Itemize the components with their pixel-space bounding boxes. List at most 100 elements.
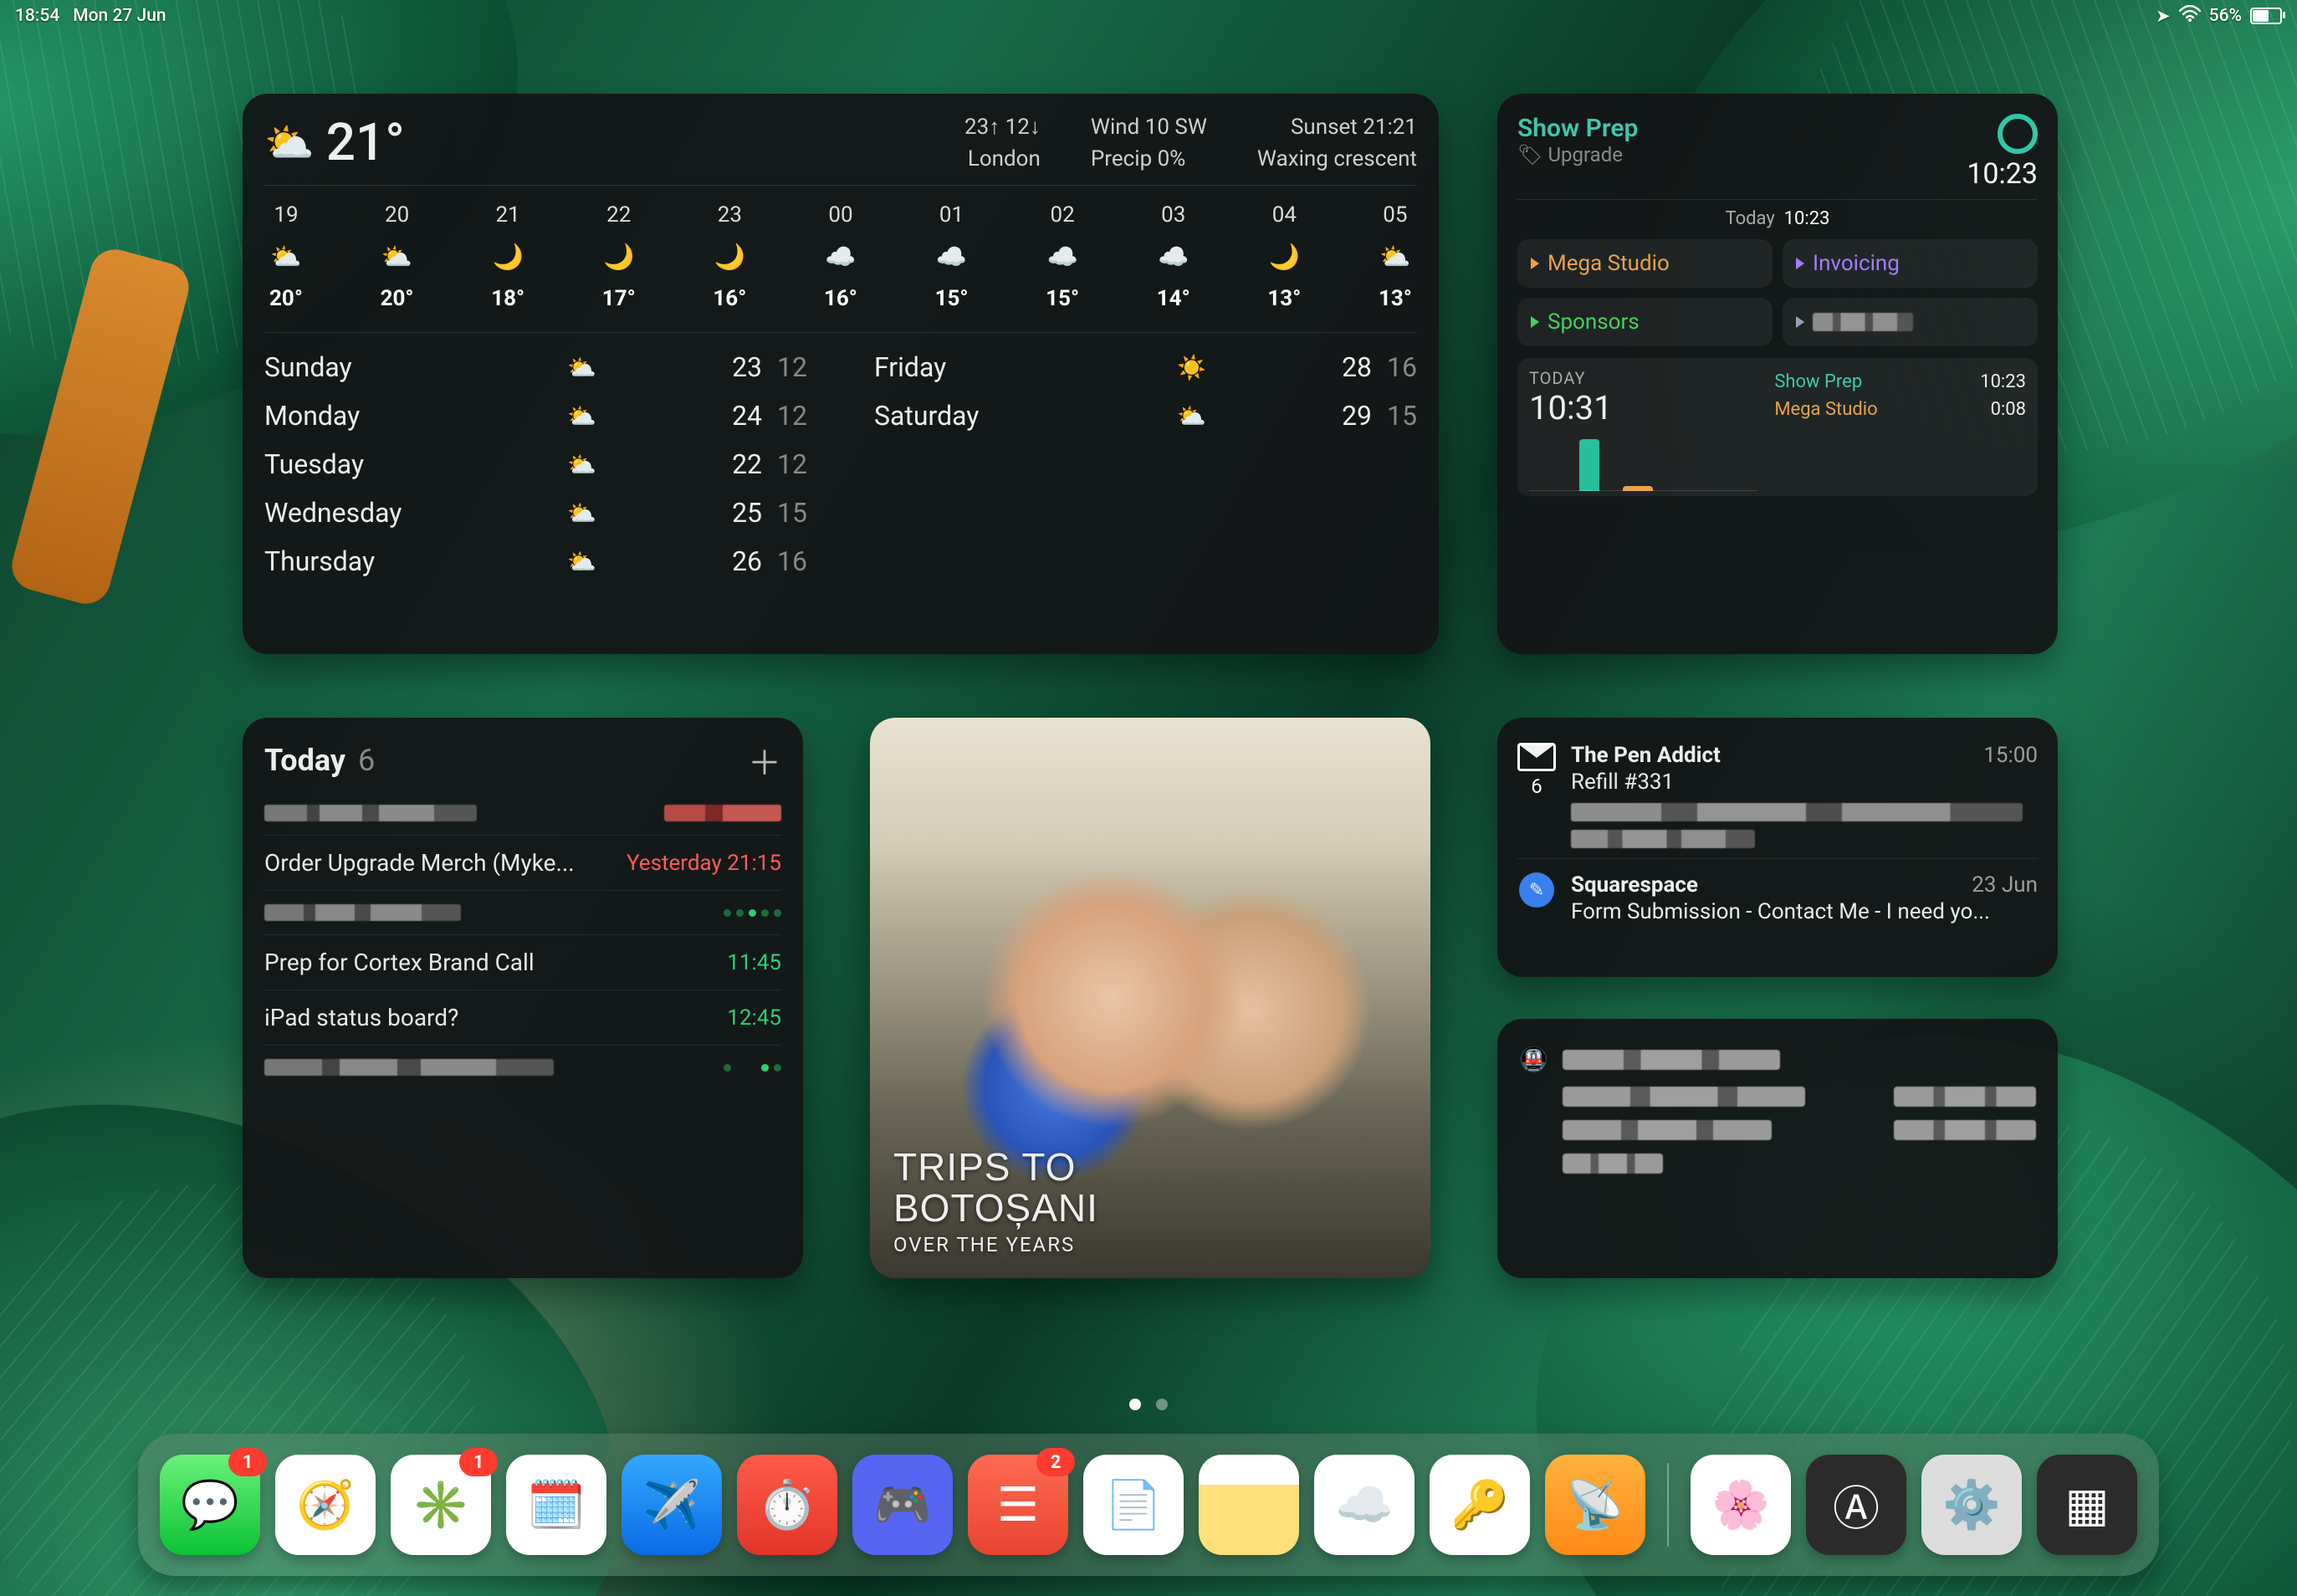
photos-widget[interactable]: TRIPS TOBOTOȘANI OVER THE YEARS xyxy=(870,718,1430,1278)
dock-app-1password[interactable]: 🔑 xyxy=(1430,1455,1530,1555)
fantastical-icon: 🗓️ xyxy=(527,1477,586,1532)
dock-app-settings[interactable]: ⚙️ xyxy=(1921,1455,2022,1555)
dock-app-authy[interactable]: Ⓐ xyxy=(1806,1455,1906,1555)
mail-time: 15:00 xyxy=(1983,743,2038,768)
timery-today-row: Today 10:23 xyxy=(1517,199,2038,233)
page-dots[interactable] xyxy=(1129,1399,1168,1410)
dock-app-discord[interactable]: 🎮 xyxy=(852,1455,953,1555)
weather-precip: Precip 0% xyxy=(1091,144,1207,176)
docs-icon: 📄 xyxy=(1104,1477,1163,1532)
battery-pct: 56% xyxy=(2209,6,2242,26)
dock-app-timery[interactable]: ⏱️ xyxy=(737,1455,837,1555)
timery-bar-chart xyxy=(1529,427,1757,491)
weather-day-row: Friday☀️2816 xyxy=(874,343,1417,391)
dock-app-todoist[interactable]: ☰2 xyxy=(968,1455,1068,1555)
dock-app-fantastical[interactable]: 🗓️ xyxy=(506,1455,606,1555)
transit-line xyxy=(1519,1147,2036,1180)
mail-from: Squarespace xyxy=(1571,872,1698,898)
weather-hilow: 23↑ 12↓ xyxy=(964,112,1041,144)
weather-location: London xyxy=(964,144,1041,176)
weather-hour: 20⛅20° xyxy=(381,199,414,315)
dock-app-notes[interactable] xyxy=(1199,1455,1299,1555)
slack-icon: ✳️ xyxy=(412,1477,470,1532)
reminder-item[interactable] xyxy=(264,791,781,835)
status-date: Mon 27 Jun xyxy=(73,6,166,26)
reminders-count: 6 xyxy=(358,743,375,778)
transit-line xyxy=(1519,1113,2036,1147)
timery-project: 🏷 Upgrade xyxy=(1517,143,1638,166)
reminder-item[interactable] xyxy=(264,890,781,934)
weather-hour: 01☁️15° xyxy=(935,199,969,315)
weather-day-row: Saturday⛅2915 xyxy=(874,391,1417,440)
transit-header: 🚇 xyxy=(1519,1039,2036,1080)
dock-app-app-library[interactable]: ▦ xyxy=(2037,1455,2137,1555)
weather-hour: 22🌙17° xyxy=(602,199,636,315)
timery-tile-invoicing[interactable]: Invoicing xyxy=(1783,239,2038,288)
timery-tile-sponsors[interactable]: Sponsors xyxy=(1517,298,1773,346)
reminder-item[interactable]: Order Upgrade Merch (Myke...Yesterday 21… xyxy=(264,835,781,890)
todoist-icon: ☰ xyxy=(997,1477,1039,1532)
dock-app-spark[interactable]: ✈️ xyxy=(622,1455,722,1555)
reminder-item[interactable]: iPad status board?12:45 xyxy=(264,990,781,1045)
settings-icon: ⚙️ xyxy=(1942,1477,2001,1532)
discord-icon: 🎮 xyxy=(873,1477,932,1532)
mail-widget[interactable]: 6 The Pen Addict15:00 Refill #331 ✎ Squa… xyxy=(1497,718,2058,977)
dock-app-castro[interactable]: ☁️ xyxy=(1314,1455,1415,1555)
weather-hour: 03☁️14° xyxy=(1157,199,1190,315)
messages-icon: 💬 xyxy=(181,1477,239,1532)
mail-subject: Form Submission - Contact Me - I need yo… xyxy=(1571,898,2038,924)
timery-icon: ⏱️ xyxy=(758,1477,816,1532)
status-bar: 18:54 Mon 27 Jun ➤ 56% xyxy=(0,0,2297,32)
dock-app-photos[interactable]: 🌸 xyxy=(1691,1455,1791,1555)
weather-hour: 21🌙18° xyxy=(491,199,524,315)
badge: 1 xyxy=(459,1448,498,1476)
weather-widget[interactable]: ⛅ 21° 23↑ 12↓ London Wind 10 SW Precip 0… xyxy=(243,94,1439,654)
page-dot[interactable] xyxy=(1156,1399,1168,1410)
timery-title: Show Prep xyxy=(1517,114,1638,143)
reminders-add-button[interactable]: ＋ xyxy=(748,736,781,785)
weather-hour: 04🌙13° xyxy=(1267,199,1301,315)
mail-item[interactable]: 6 The Pen Addict15:00 Refill #331 xyxy=(1517,736,2038,858)
weather-hour: 00☁️16° xyxy=(824,199,857,315)
draft-icon: ✎ xyxy=(1519,872,1554,908)
dock-app-docs[interactable]: 📄 xyxy=(1083,1455,1184,1555)
transit-widget[interactable]: 🚇 xyxy=(1497,1019,2058,1278)
weather-moon: Waxing crescent xyxy=(1257,144,1417,176)
timery-tile-redacted[interactable] xyxy=(1783,298,2038,346)
page-dot[interactable] xyxy=(1129,1399,1141,1410)
mail-from: The Pen Addict xyxy=(1571,743,1721,768)
mail-unread-count: 6 xyxy=(1531,775,1542,798)
timery-widget[interactable]: Show Prep 🏷 Upgrade 10:23 Today 10:23 Me… xyxy=(1497,94,2058,654)
status-time: 18:54 xyxy=(15,6,59,26)
weather-hour: 23🌙16° xyxy=(713,199,746,315)
badge: 2 xyxy=(1036,1448,1075,1476)
reminder-item[interactable] xyxy=(264,1045,781,1089)
dock: 💬1🧭✳️1🗓️✈️⏱️🎮☰2📄☁️🔑📡🌸Ⓐ⚙️▦ xyxy=(138,1434,2159,1576)
timery-stat-value: 10:31 xyxy=(1529,388,1757,427)
weather-now-temp: 21° xyxy=(326,112,405,173)
dock-app-safari[interactable]: 🧭 xyxy=(275,1455,376,1555)
timery-stat-label: TODAY xyxy=(1529,368,1757,388)
mail-item[interactable]: ✎ Squarespace 23 Jun Form Submission - Co… xyxy=(1517,858,2038,931)
dock-app-overcast[interactable]: 📡 xyxy=(1545,1455,1645,1555)
weather-day-row: Tuesday⛅2212 xyxy=(264,440,807,489)
transit-line xyxy=(1519,1080,2036,1113)
weather-hour: 19⛅20° xyxy=(269,199,303,315)
timery-entry: Mega Studio0:08 xyxy=(1774,396,2026,423)
reminders-widget[interactable]: Today 6 ＋ Order Upgrade Merch (Myke...Ye… xyxy=(243,718,803,1278)
timery-elapsed: 10:23 xyxy=(1967,157,2038,191)
spark-icon: ✈️ xyxy=(642,1477,701,1532)
mail-time: 23 Jun xyxy=(1972,872,2038,898)
battery-icon xyxy=(2250,8,2282,24)
dock-separator xyxy=(1667,1463,1669,1547)
reminder-item[interactable]: Prep for Cortex Brand Call11:45 xyxy=(264,934,781,990)
weather-day-row: Monday⛅2412 xyxy=(264,391,807,440)
timery-tile-mega[interactable]: Mega Studio xyxy=(1517,239,1773,288)
reminders-title: Today xyxy=(264,743,345,778)
dock-app-slack[interactable]: ✳️1 xyxy=(391,1455,491,1555)
timery-entry: Show Prep10:23 xyxy=(1774,368,2026,396)
weather-sunset: Sunset 21:21 xyxy=(1257,112,1417,144)
weather-day-row: Wednesday⛅2515 xyxy=(264,489,807,537)
dock-app-messages[interactable]: 💬1 xyxy=(160,1455,260,1555)
overcast-icon: 📡 xyxy=(1566,1477,1624,1532)
